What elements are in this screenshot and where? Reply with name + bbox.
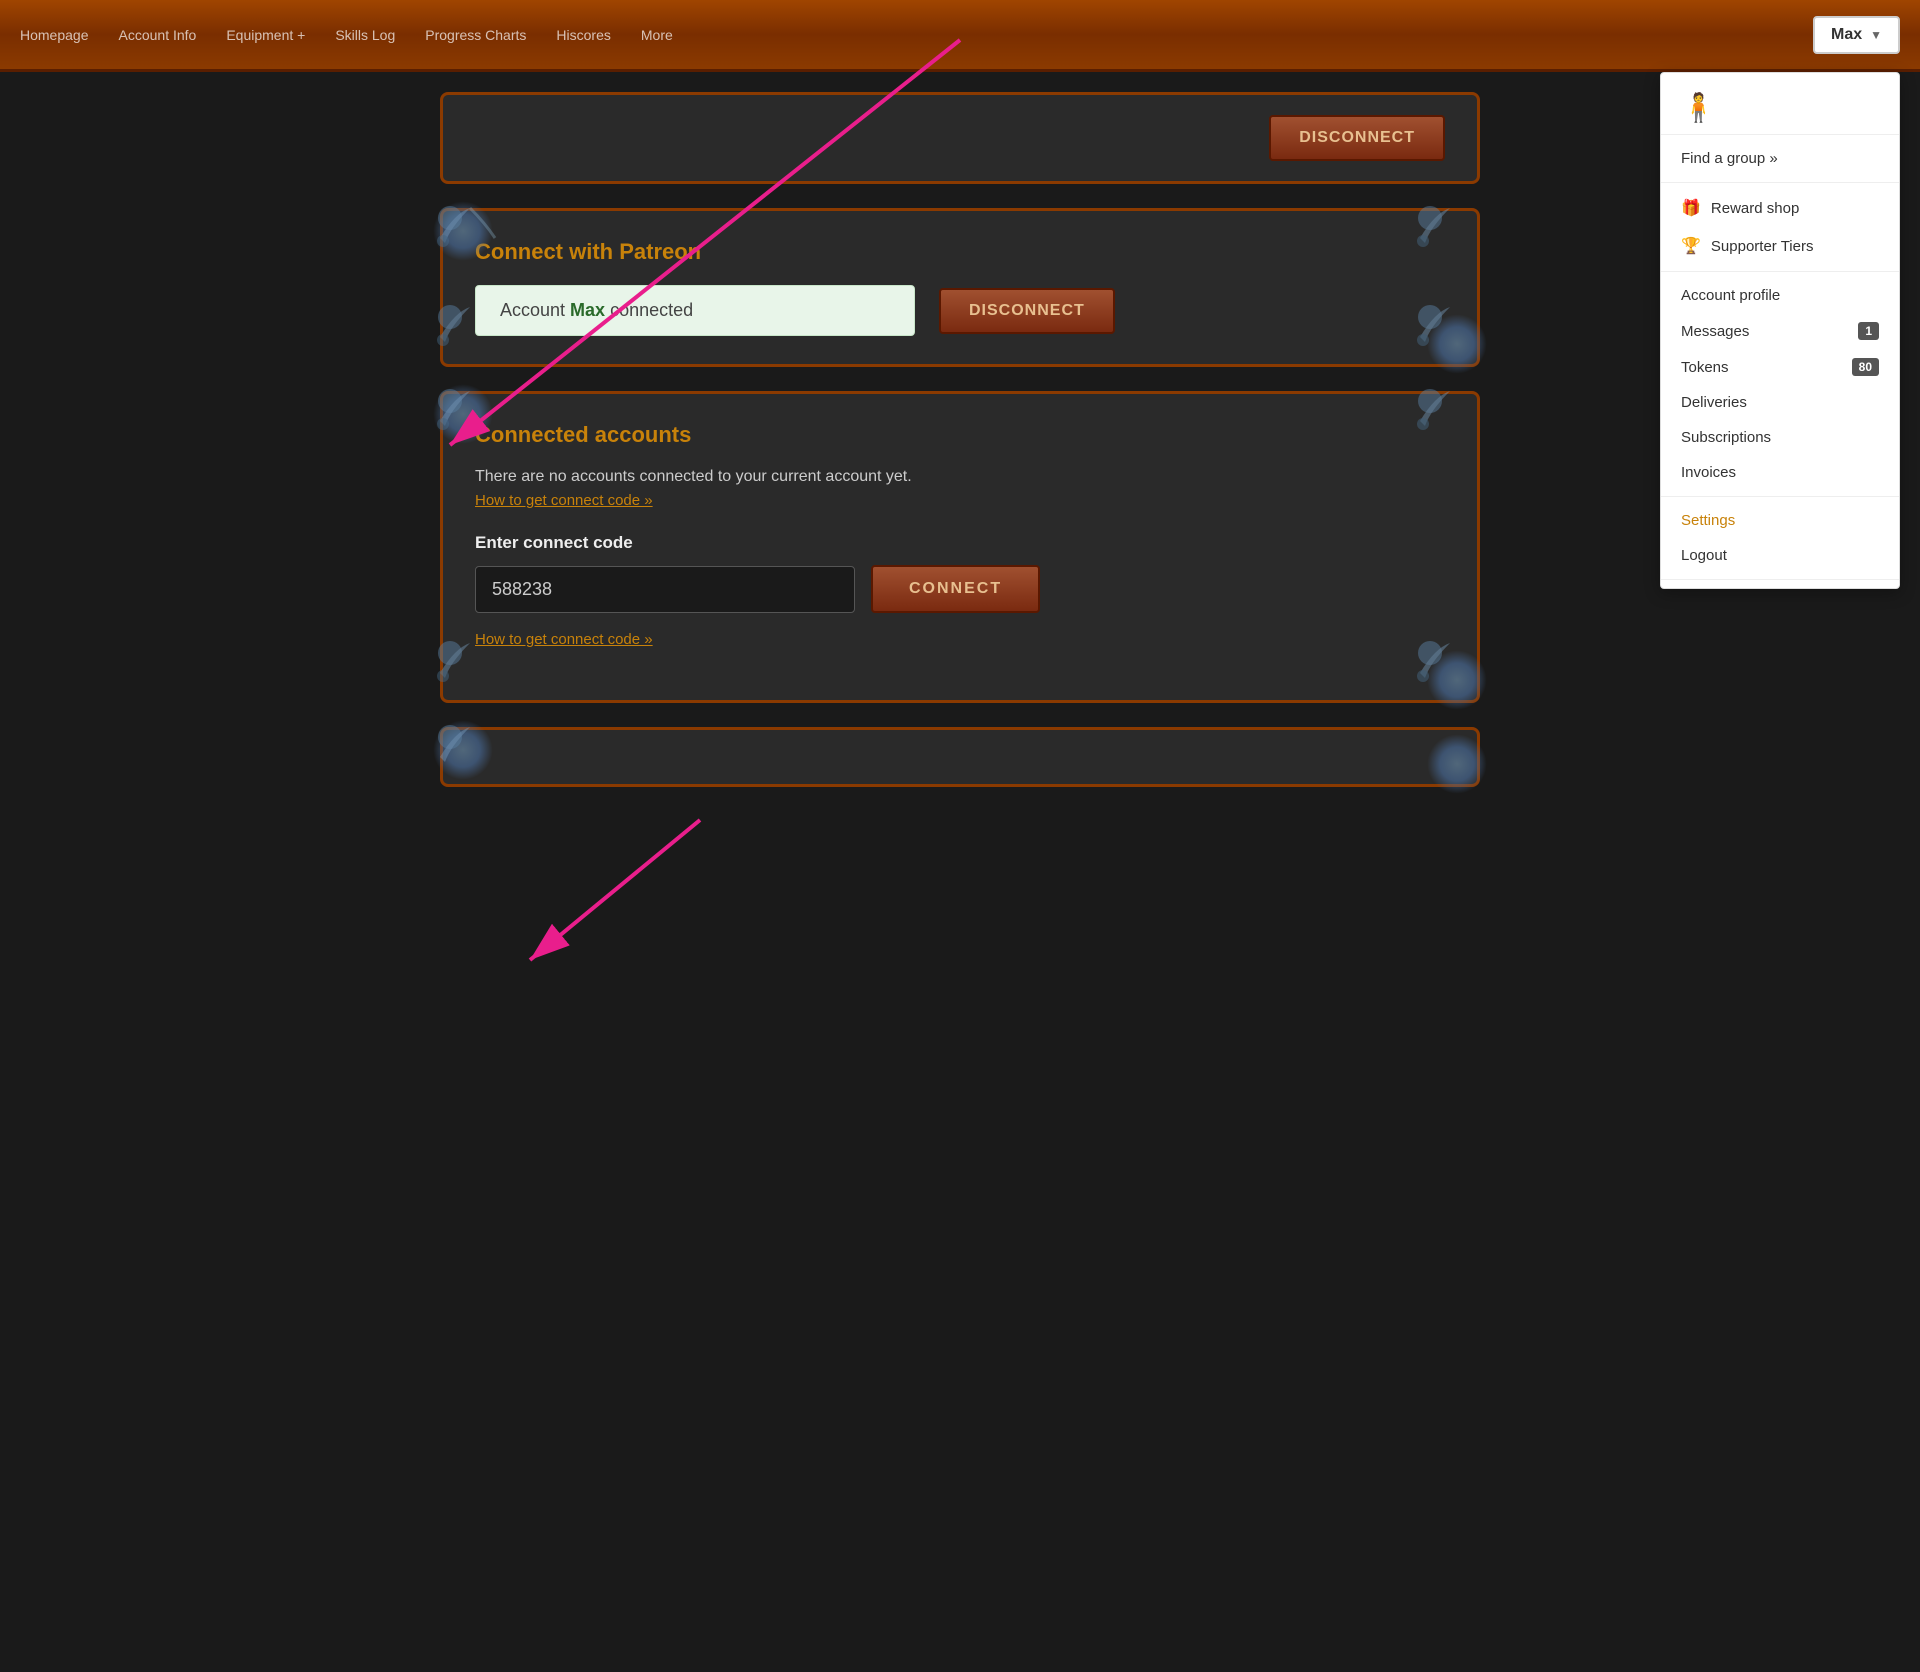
nav-more[interactable]: More <box>641 27 673 43</box>
dropdown-deliveries[interactable]: Deliveries <box>1661 385 1899 420</box>
tokens-badge: 80 <box>1852 358 1879 376</box>
enter-code-label: Enter connect code <box>475 533 1445 553</box>
deliveries-label: Deliveries <box>1681 394 1747 411</box>
user-menu-button[interactable]: Max ▼ <box>1813 16 1900 54</box>
logout-label: Logout <box>1681 547 1727 564</box>
account-connected-box: Account Max connected <box>475 285 915 336</box>
patreon-panel-body: Connect with Patreon Account Max connect… <box>443 211 1477 364</box>
bottom-ornament-tl <box>435 722 505 792</box>
find-group-label: Find a group » <box>1681 150 1778 167</box>
user-dropdown-menu: 🧍 Find a group » 🎁 Reward shop 🏆 Support… <box>1660 72 1900 589</box>
ornament-bl <box>435 302 505 372</box>
supporter-tiers-label: Supporter Tiers <box>1711 238 1814 255</box>
messages-badge: 1 <box>1858 322 1879 340</box>
connected-ornament-tl <box>435 386 505 456</box>
patreon-panel: Connect with Patreon Account Max connect… <box>440 208 1480 367</box>
ornament-tr <box>1415 203 1485 273</box>
dropdown-reward-shop[interactable]: 🎁 Reward shop <box>1661 189 1899 227</box>
tokens-label: Tokens <box>1681 359 1729 376</box>
reward-shop-label: Reward shop <box>1711 200 1799 217</box>
nav-equipment[interactable]: Equipment + <box>226 27 305 43</box>
dropdown-section-rewards: 🎁 Reward shop 🏆 Supporter Tiers <box>1661 183 1899 272</box>
top-disconnect-button[interactable]: DISCONNECT <box>1269 115 1445 161</box>
dropdown-account-profile[interactable]: Account profile <box>1661 278 1899 313</box>
dropdown-section-find-group: Find a group » <box>1661 135 1899 183</box>
nav-account-info[interactable]: Account Info <box>119 27 197 43</box>
dropdown-supporter-tiers[interactable]: 🏆 Supporter Tiers <box>1661 227 1899 265</box>
patreon-disconnect-button[interactable]: DISCONNECT <box>939 288 1115 334</box>
account-profile-label: Account profile <box>1681 287 1780 304</box>
connect-row: CONNECT <box>475 565 1445 613</box>
dropdown-section-settings: Settings Logout <box>1661 497 1899 580</box>
dropdown-subscriptions[interactable]: Subscriptions <box>1661 420 1899 455</box>
account-connected-suffix: connected <box>605 300 693 320</box>
nav-progress[interactable]: Progress Charts <box>425 27 526 43</box>
account-connected-prefix: Account <box>500 300 570 320</box>
connected-ornament-tr <box>1415 386 1485 456</box>
dropdown-settings[interactable]: Settings <box>1661 503 1899 538</box>
connected-ornament-br <box>1415 638 1485 708</box>
top-disconnect-row: DISCONNECT <box>443 95 1477 181</box>
top-section-panel: DISCONNECT <box>440 92 1480 184</box>
ornament-tl <box>435 203 505 273</box>
trophy-icon: 🏆 <box>1681 236 1701 256</box>
main-content: DISCONNECT Connect with Patreon <box>410 72 1510 807</box>
subscriptions-label: Subscriptions <box>1681 429 1771 446</box>
dropdown-tokens[interactable]: Tokens 80 <box>1661 349 1899 385</box>
no-accounts-text: There are no accounts connected to your … <box>475 468 1445 486</box>
gift-icon: 🎁 <box>1681 198 1701 218</box>
dropdown-find-group[interactable]: Find a group » <box>1661 141 1899 176</box>
avatar-icon: 🧍 <box>1681 91 1716 124</box>
bottom-panel <box>440 727 1480 787</box>
navbar: Homepage Account Info Equipment + Skills… <box>0 0 1920 72</box>
dropdown-section-account: Account profile Messages 1 Tokens 80 Del… <box>1661 272 1899 497</box>
connect-code-input[interactable] <box>475 566 855 613</box>
how-to-link-top[interactable]: How to get connect code » <box>475 492 653 509</box>
nav-hiscores[interactable]: Hiscores <box>556 27 610 43</box>
patreon-panel-title: Connect with Patreon <box>475 239 1445 265</box>
user-name-label: Max <box>1831 26 1862 44</box>
connected-accounts-body: Connected accounts There are no accounts… <box>443 394 1477 700</box>
connected-ornament-bl <box>435 638 505 708</box>
dropdown-header: 🧍 <box>1661 81 1899 135</box>
dropdown-messages[interactable]: Messages 1 <box>1661 313 1899 349</box>
nav-items: Homepage Account Info Equipment + Skills… <box>20 27 1813 43</box>
connected-accounts-panel: Connected accounts There are no accounts… <box>440 391 1480 703</box>
ornament-br <box>1415 302 1485 372</box>
account-name: Max <box>570 300 605 320</box>
nav-home[interactable]: Homepage <box>20 27 89 43</box>
dropdown-logout[interactable]: Logout <box>1661 538 1899 573</box>
invoices-label: Invoices <box>1681 464 1736 481</box>
patreon-section: Account Max connected DISCONNECT <box>475 285 1445 336</box>
nav-skills[interactable]: Skills Log <box>335 27 395 43</box>
dropdown-invoices[interactable]: Invoices <box>1661 455 1899 490</box>
connected-accounts-title: Connected accounts <box>475 422 1445 448</box>
connect-button[interactable]: CONNECT <box>871 565 1040 613</box>
chevron-down-icon: ▼ <box>1870 28 1882 42</box>
settings-label: Settings <box>1681 512 1735 529</box>
messages-label: Messages <box>1681 323 1749 340</box>
